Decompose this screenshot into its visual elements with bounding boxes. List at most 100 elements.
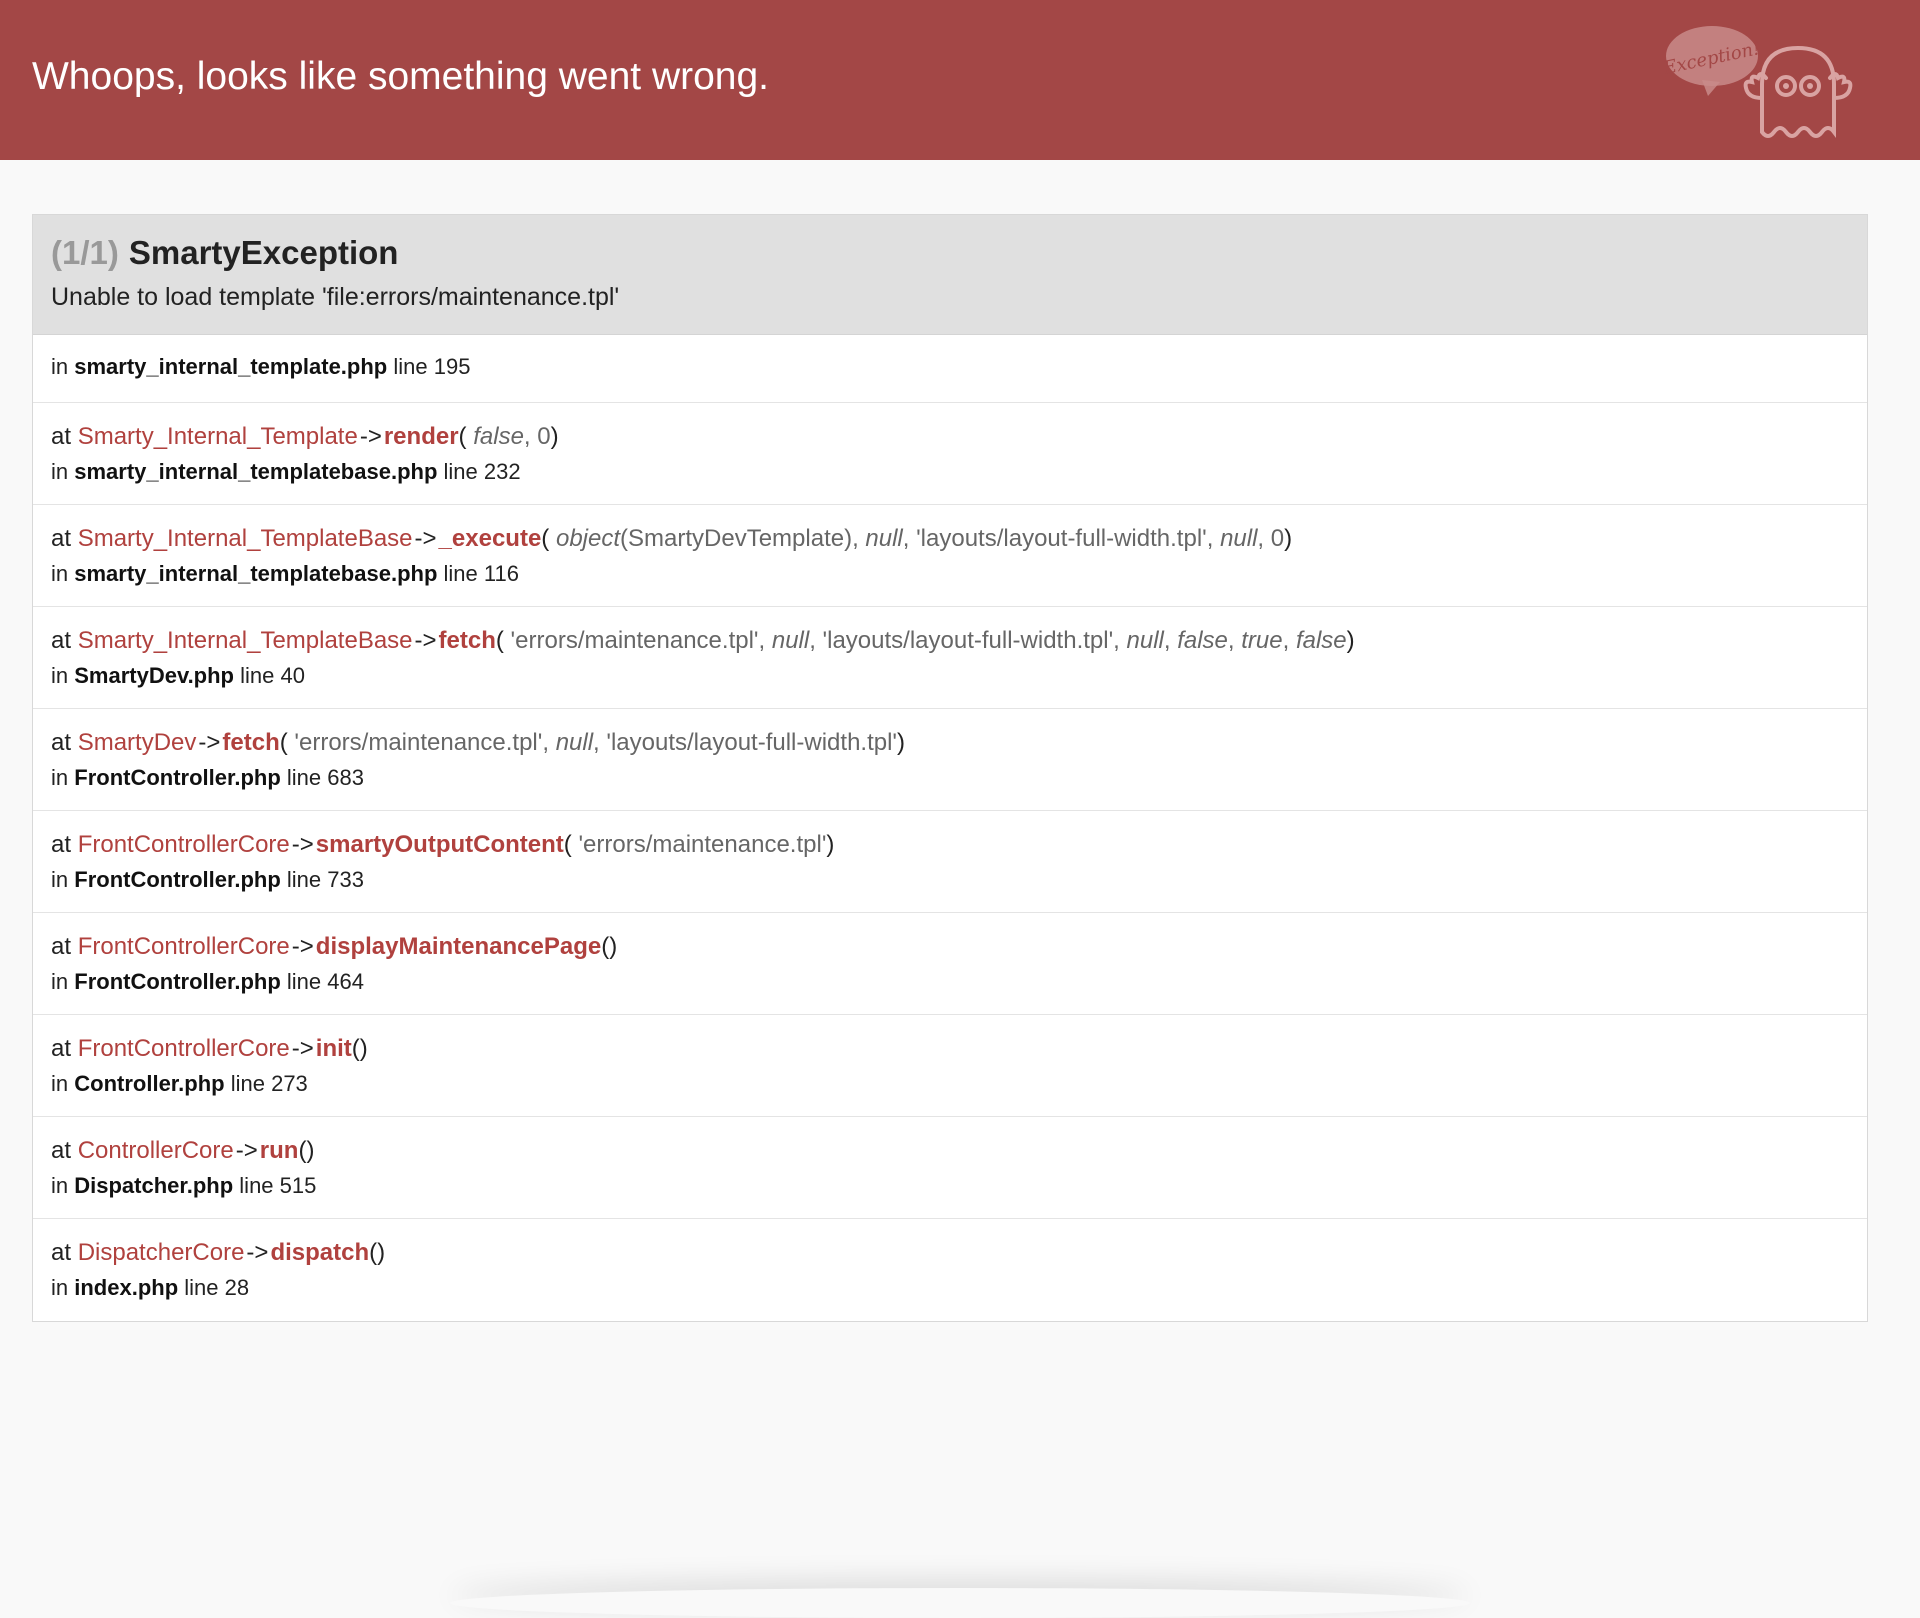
trace-call-line: at Smarty_Internal_Template->render( fal… <box>51 419 1849 455</box>
trace-at-prefix: at <box>51 423 72 450</box>
trace-line-word: line <box>443 459 478 484</box>
trace-line-word: line <box>184 1275 219 1300</box>
trace-line-number: 28 <box>224 1275 250 1300</box>
trace-arg: null <box>865 525 903 552</box>
trace-call-line: at FrontControllerCore->displayMaintenan… <box>51 929 1849 965</box>
trace-line-number: 683 <box>327 765 364 790</box>
trace-file: SmartyDev.php <box>74 663 234 688</box>
trace-close-paren: ) <box>1284 525 1293 552</box>
trace-method: displayMaintenancePage <box>315 933 602 960</box>
trace-close-paren: ) <box>377 1239 386 1266</box>
trace-line-number: 464 <box>327 969 364 994</box>
trace-call-line: at Smarty_Internal_TemplateBase->fetch( … <box>51 623 1849 659</box>
trace-file: Dispatcher.php <box>74 1173 234 1198</box>
trace-line-word: line <box>393 354 428 379</box>
bottom-shadow <box>450 1588 1470 1618</box>
trace-arg: null <box>1220 525 1258 552</box>
trace-close-paren: ) <box>550 423 559 450</box>
trace-arg: 'errors/maintenance.tpl', <box>287 729 556 756</box>
trace-arg: (SmartyDevTemplate), <box>620 525 866 552</box>
trace-line-word: line <box>286 969 322 994</box>
trace-line-word: line <box>239 1173 274 1198</box>
trace-line-number: 232 <box>483 459 521 484</box>
trace-in-prefix: in <box>51 459 69 484</box>
trace-args: 'errors/maintenance.tpl', null, 'layouts… <box>288 729 897 756</box>
trace-method: smartyOutputContent <box>315 831 564 858</box>
trace-arrow: -> <box>291 1035 314 1062</box>
trace-close-paren: ) <box>826 831 835 858</box>
trace-in-prefix: in <box>51 1275 69 1300</box>
trace-method: init <box>315 1035 352 1062</box>
trace-class: DispatcherCore <box>77 1239 245 1266</box>
trace-args: 'errors/maintenance.tpl' <box>572 831 826 858</box>
trace-call-line: at FrontControllerCore->init() <box>51 1031 1849 1067</box>
trace-close-paren: ) <box>609 933 618 960</box>
trace-close-paren: ) <box>359 1035 368 1062</box>
trace-file: smarty_internal_template.php <box>74 354 388 379</box>
trace-item: at SmartyDev->fetch( 'errors/maintenance… <box>33 709 1867 811</box>
trace-at-prefix: at <box>51 1137 72 1164</box>
trace-file: FrontController.php <box>74 765 281 790</box>
trace-in-prefix: in <box>51 1071 69 1096</box>
trace-class: FrontControllerCore <box>77 933 290 960</box>
trace-at-prefix: at <box>51 1239 72 1266</box>
trace-line-number: 116 <box>483 561 519 586</box>
trace-arrow: -> <box>291 831 314 858</box>
trace-args: object(SmartyDevTemplate), null, 'layout… <box>549 525 1284 552</box>
trace-location-line: in SmartyDev.php line 40 <box>51 659 1849 693</box>
trace-close-paren: ) <box>1346 627 1355 654</box>
trace-item: at Smarty_Internal_TemplateBase->_execut… <box>33 505 1867 607</box>
trace-location-line: in Dispatcher.php line 515 <box>51 1169 1849 1203</box>
trace-method: dispatch <box>270 1239 370 1266</box>
trace-file: Controller.php <box>74 1071 225 1096</box>
trace-call-line: at SmartyDev->fetch( 'errors/maintenance… <box>51 725 1849 761</box>
trace-arg: , <box>1282 627 1296 654</box>
trace-arrow: -> <box>414 525 437 552</box>
trace-location-line: in index.php line 28 <box>51 1271 1849 1305</box>
trace-arrow: -> <box>359 423 382 450</box>
trace-arg: null <box>555 729 594 756</box>
trace-close-paren: ) <box>897 729 906 756</box>
trace-in-prefix: in <box>51 354 69 379</box>
trace-arrow: -> <box>235 1137 258 1164</box>
trace-open-paren: ( <box>563 831 572 858</box>
trace-class: Smarty_Internal_TemplateBase <box>77 525 413 552</box>
trace-in-prefix: in <box>51 867 69 892</box>
trace-line-word: line <box>286 765 322 790</box>
trace-arg: , 'layouts/layout-full-width.tpl', <box>809 627 1127 654</box>
trace-line-word: line <box>230 1071 265 1096</box>
trace-call-line: at FrontControllerCore->smartyOutputCont… <box>51 827 1849 863</box>
trace-item: at Smarty_Internal_Template->render( fal… <box>33 403 1867 505</box>
trace-file: smarty_internal_templatebase.php <box>74 459 438 484</box>
exception-title: (1/1) SmartyException <box>51 233 1849 273</box>
trace-at-prefix: at <box>51 525 72 552</box>
trace-file: FrontController.php <box>74 969 281 994</box>
trace-item: at FrontControllerCore->smartyOutputCont… <box>33 811 1867 913</box>
trace-at-prefix: at <box>51 627 72 654</box>
trace-arg: false <box>1295 627 1347 654</box>
trace-location-line: in FrontController.php line 464 <box>51 965 1849 999</box>
trace-arrow: -> <box>198 729 221 756</box>
stack-trace: at Smarty_Internal_Template->render( fal… <box>33 403 1867 1321</box>
trace-call-line: at ControllerCore->run() <box>51 1133 1849 1169</box>
exception-counter: (1/1) <box>51 234 119 271</box>
trace-item: at FrontControllerCore->displayMaintenan… <box>33 913 1867 1015</box>
trace-in-prefix: in <box>51 765 69 790</box>
trace-arg: , 'layouts/layout-full-width.tpl', <box>902 525 1221 552</box>
trace-class: FrontControllerCore <box>77 1035 290 1062</box>
trace-arg: , 0 <box>1257 525 1285 552</box>
trace-at-prefix: at <box>51 1035 72 1062</box>
trace-line-number: 195 <box>433 354 471 379</box>
trace-arg: false <box>466 423 524 450</box>
trace-line-number: 733 <box>327 867 364 892</box>
trace-open-paren: ( <box>351 1035 360 1062</box>
trace-arg: , 'layouts/layout-full-width.tpl' <box>593 729 898 756</box>
trace-arg: , 0 <box>523 423 551 450</box>
trace-class: FrontControllerCore <box>77 831 290 858</box>
trace-location-line: in smarty_internal_templatebase.php line… <box>51 557 1849 591</box>
trace-arg: 'errors/maintenance.tpl', <box>503 627 772 654</box>
trace-item: at ControllerCore->run() in Dispatcher.ph… <box>33 1117 1867 1219</box>
trace-location-line: in FrontController.php line 683 <box>51 761 1849 795</box>
trace-line-word: line <box>443 561 478 586</box>
trace-item: at Smarty_Internal_TemplateBase->fetch( … <box>33 607 1867 709</box>
